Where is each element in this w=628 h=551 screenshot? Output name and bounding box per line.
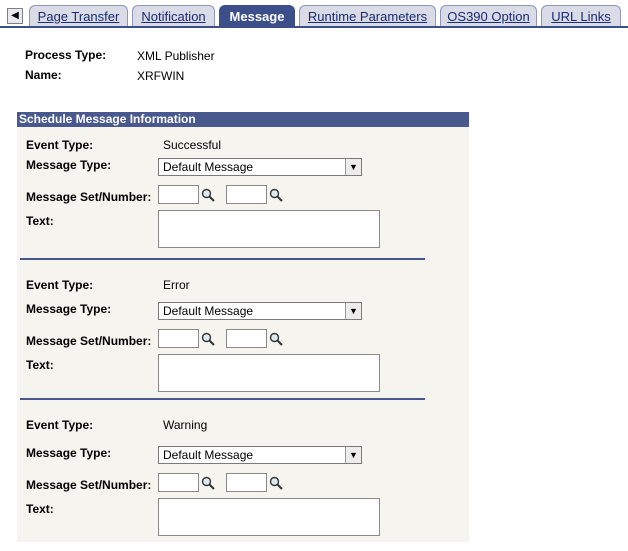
message-type-selected: Default Message bbox=[163, 160, 254, 174]
name-label: Name: bbox=[25, 68, 62, 82]
dropdown-arrow-icon[interactable]: ▼ bbox=[345, 303, 361, 319]
message-number-input[interactable] bbox=[226, 329, 267, 348]
tab-url-links[interactable]: URL Links bbox=[541, 5, 621, 27]
message-type-select[interactable]: Default Message ▼ bbox=[158, 302, 362, 320]
message-type-selected: Default Message bbox=[163, 304, 254, 318]
text-label: Text: bbox=[26, 214, 54, 228]
event-type-value: Warning bbox=[163, 418, 208, 432]
message-type-label: Message Type: bbox=[26, 158, 112, 172]
event-type-value: Successful bbox=[163, 138, 222, 152]
process-type-value: XML Publisher bbox=[137, 49, 215, 63]
magnifier-icon[interactable] bbox=[269, 332, 283, 346]
magnifier-icon[interactable] bbox=[269, 476, 283, 490]
message-set-number-label: Message Set/Number: bbox=[26, 334, 152, 348]
message-set-number-label: Message Set/Number: bbox=[26, 478, 152, 492]
group-title: Schedule Message Information bbox=[17, 112, 469, 127]
message-type-select[interactable]: Default Message ▼ bbox=[158, 446, 362, 464]
message-type-select[interactable]: Default Message ▼ bbox=[158, 158, 362, 176]
message-set-input[interactable] bbox=[158, 329, 199, 348]
process-type-label: Process Type: bbox=[25, 48, 107, 62]
message-text-area[interactable] bbox=[158, 210, 380, 248]
message-text-area[interactable] bbox=[158, 354, 380, 392]
message-type-selected: Default Message bbox=[163, 448, 254, 462]
name-value: XRFWIN bbox=[137, 69, 185, 83]
dropdown-arrow-icon[interactable]: ▼ bbox=[345, 159, 361, 175]
section-divider bbox=[20, 398, 425, 400]
event-type-label: Event Type: bbox=[26, 138, 94, 152]
magnifier-icon[interactable] bbox=[269, 188, 283, 202]
tab-os390-option[interactable]: OS390 Option bbox=[440, 5, 537, 27]
message-text-area[interactable] bbox=[158, 498, 380, 536]
event-type-label: Event Type: bbox=[26, 418, 94, 432]
dropdown-arrow-icon[interactable]: ▼ bbox=[345, 447, 361, 463]
message-set-number-label: Message Set/Number: bbox=[26, 190, 152, 204]
tab-bar: ◀ Page Transfer Notification Message Run… bbox=[0, 0, 628, 30]
message-type-label: Message Type: bbox=[26, 446, 112, 460]
message-set-input[interactable] bbox=[158, 473, 199, 492]
tab-page-transfer[interactable]: Page Transfer bbox=[29, 5, 128, 27]
event-type-value: Error bbox=[163, 278, 190, 292]
magnifier-icon[interactable] bbox=[201, 332, 215, 346]
message-type-label: Message Type: bbox=[26, 302, 112, 316]
tab-runtime-parameters[interactable]: Runtime Parameters bbox=[299, 5, 436, 27]
tab-scroll-left-icon[interactable]: ◀ bbox=[7, 8, 23, 24]
magnifier-icon[interactable] bbox=[201, 188, 215, 202]
section-divider bbox=[20, 258, 425, 260]
text-label: Text: bbox=[26, 502, 54, 516]
event-type-label: Event Type: bbox=[26, 278, 94, 292]
tab-underline bbox=[0, 26, 628, 28]
text-label: Text: bbox=[26, 358, 54, 372]
tab-notification[interactable]: Notification bbox=[132, 5, 215, 27]
message-set-input[interactable] bbox=[158, 185, 199, 204]
message-number-input[interactable] bbox=[226, 473, 267, 492]
tab-message[interactable]: Message bbox=[219, 5, 295, 28]
magnifier-icon[interactable] bbox=[201, 476, 215, 490]
message-number-input[interactable] bbox=[226, 185, 267, 204]
